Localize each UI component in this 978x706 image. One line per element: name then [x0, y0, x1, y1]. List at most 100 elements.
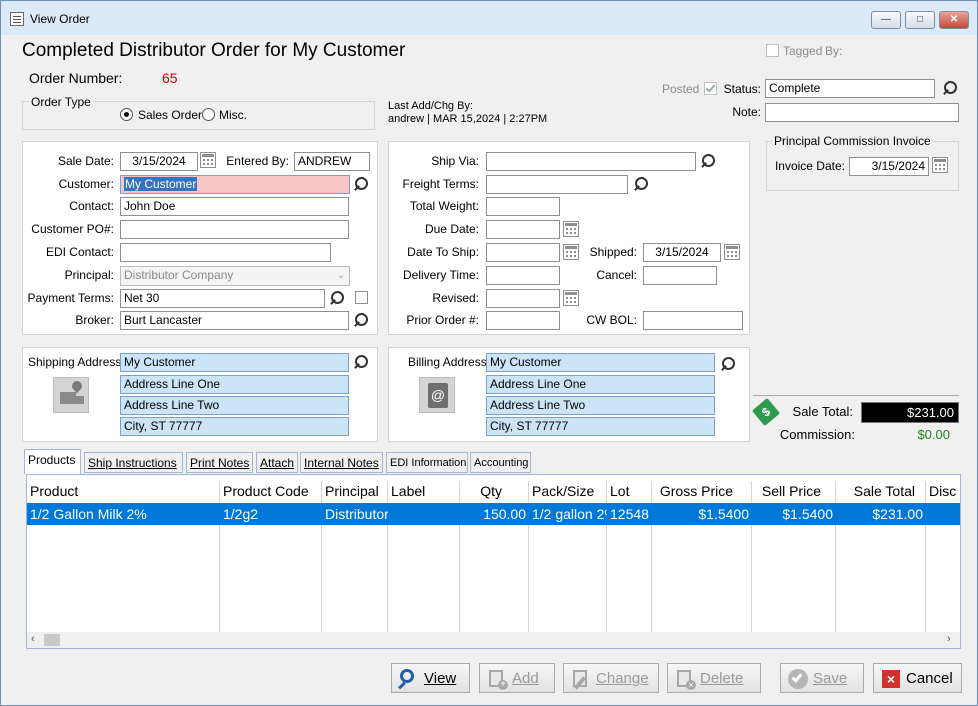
status-search-icon[interactable]: [941, 79, 959, 97]
shipping-name-field[interactable]: My Customer: [120, 353, 349, 372]
column-divider: [751, 525, 752, 635]
invoice-date-label: Invoice Date:: [774, 159, 845, 173]
billing-line2-field[interactable]: Address Line Two: [486, 396, 715, 415]
column-header-product-code[interactable]: Product Code: [220, 481, 322, 503]
shipped-calendar-icon[interactable]: [724, 244, 740, 260]
total-weight-field[interactable]: [486, 197, 560, 216]
sales-order-radio[interactable]: [120, 108, 133, 121]
save-button-label: Save: [813, 670, 848, 687]
delete-icon: ×: [674, 668, 696, 690]
date-to-ship-calendar-icon[interactable]: [563, 244, 579, 260]
customer-search-icon[interactable]: [352, 175, 370, 193]
column-header-sell-price[interactable]: Sell Price: [752, 481, 836, 503]
delivery-time-label: Delivery Time:: [402, 268, 479, 282]
cw-bol-field[interactable]: [643, 311, 743, 330]
billing-search-icon[interactable]: [719, 355, 737, 373]
close-button[interactable]: ✕: [939, 11, 969, 29]
misc-radio[interactable]: [202, 108, 215, 121]
freight-terms-search-icon[interactable]: [632, 175, 650, 193]
invoice-date-field[interactable]: 3/15/2024: [849, 157, 929, 176]
tab-edi-information[interactable]: EDI Information: [386, 452, 468, 473]
entered-by-field[interactable]: ANDREW: [294, 152, 370, 171]
cancel-date-field[interactable]: [643, 266, 717, 285]
ship-via-search-icon[interactable]: [699, 152, 717, 170]
cancel-button[interactable]: × Cancel: [873, 663, 962, 693]
column-divider: [459, 525, 460, 635]
truck-location-icon: [53, 377, 89, 413]
cell-sell-price: $1.5400: [782, 506, 833, 522]
minimize-button[interactable]: —: [871, 11, 901, 29]
column-header-pack-size[interactable]: Pack/Size: [529, 481, 607, 503]
due-date-field[interactable]: [486, 220, 560, 239]
column-header-gross-price[interactable]: Gross Price: [652, 481, 752, 503]
shipped-field[interactable]: 3/15/2024: [643, 243, 721, 262]
products-grid[interactable]: Product Product Code Principal Label Qty…: [26, 474, 961, 649]
save-button[interactable]: Save: [780, 663, 864, 693]
scrollbar-thumb[interactable]: [44, 634, 60, 646]
column-header-label[interactable]: Label: [388, 481, 460, 503]
column-header-product[interactable]: Product: [27, 481, 220, 503]
tab-ship-instructions[interactable]: Ship Instructions: [84, 452, 183, 473]
freight-terms-field[interactable]: [486, 175, 628, 194]
ship-via-field[interactable]: [486, 152, 696, 171]
tab-attach-label: Attach: [260, 456, 295, 470]
principal-select[interactable]: Distributor Company ⌄: [120, 266, 350, 286]
tab-print-notes[interactable]: Print Notes: [186, 452, 253, 473]
payment-terms-checkbox[interactable]: [355, 291, 368, 304]
revised-field[interactable]: [486, 289, 560, 308]
billing-address-label: Billing Address:: [408, 355, 491, 369]
commission-label: Commission:: [779, 427, 855, 442]
billing-line1-field[interactable]: Address Line One: [486, 375, 715, 394]
column-header-sale-total[interactable]: Sale Total: [836, 481, 926, 503]
payment-terms-field[interactable]: Net 30: [120, 289, 325, 308]
broker-label: Broker:: [75, 313, 114, 327]
posted-checkbox[interactable]: [704, 82, 717, 95]
billing-city-field[interactable]: City, ST 77777: [486, 417, 715, 436]
scroll-right-icon[interactable]: ›: [947, 633, 951, 645]
tab-internal-notes[interactable]: Internal Notes: [300, 452, 383, 473]
cell-qty: 150.00: [483, 506, 526, 522]
add-button[interactable]: + Add: [479, 663, 555, 693]
tab-attach[interactable]: Attach: [256, 452, 298, 473]
delete-button[interactable]: × Delete: [667, 663, 761, 693]
due-date-calendar-icon[interactable]: [563, 221, 579, 237]
scroll-left-icon[interactable]: ‹: [31, 633, 35, 645]
edi-contact-field[interactable]: [120, 243, 331, 262]
shipping-line1-field[interactable]: Address Line One: [120, 375, 349, 394]
add-icon: +: [486, 668, 508, 690]
change-button[interactable]: Change: [563, 663, 659, 693]
tab-products[interactable]: Products: [24, 449, 81, 474]
customer-po-field[interactable]: [120, 220, 349, 239]
revised-calendar-icon[interactable]: [563, 290, 579, 306]
customer-label: Customer:: [58, 177, 114, 191]
shipping-line2-field[interactable]: Address Line Two: [120, 396, 349, 415]
horizontal-scrollbar[interactable]: ‹ ›: [27, 632, 960, 648]
sale-date-field[interactable]: 3/15/2024: [120, 152, 198, 171]
column-header-lot[interactable]: Lot: [607, 481, 652, 503]
cancel-button-label: Cancel: [906, 670, 953, 687]
column-header-disc[interactable]: Disc: [926, 481, 960, 503]
shipping-city-field[interactable]: City, ST 77777: [120, 417, 349, 436]
sale-total-value: $231.00: [861, 402, 959, 423]
status-field[interactable]: Complete: [765, 79, 935, 98]
tab-accounting[interactable]: Accounting: [470, 452, 531, 473]
customer-field[interactable]: My Customer: [120, 175, 350, 194]
view-button[interactable]: View: [391, 663, 470, 693]
billing-name-field[interactable]: My Customer: [486, 353, 715, 372]
tagged-checkbox[interactable]: [766, 44, 779, 57]
cw-bol-label: CW BOL:: [586, 313, 637, 327]
broker-field[interactable]: Burt Lancaster: [120, 311, 349, 330]
maximize-button[interactable]: □: [905, 11, 935, 29]
broker-search-icon[interactable]: [352, 311, 370, 329]
column-header-principal[interactable]: Principal: [322, 481, 388, 503]
sale-date-calendar-icon[interactable]: [200, 152, 216, 168]
shipping-search-icon[interactable]: [352, 353, 370, 371]
column-header-qty[interactable]: Qty: [460, 481, 529, 503]
note-field[interactable]: [765, 103, 959, 122]
delivery-time-field[interactable]: [486, 266, 560, 285]
payment-terms-search-icon[interactable]: [328, 289, 346, 307]
prior-order-field[interactable]: [486, 311, 560, 330]
invoice-date-calendar-icon[interactable]: [932, 157, 948, 173]
date-to-ship-field[interactable]: [486, 243, 560, 262]
contact-field[interactable]: John Doe: [120, 197, 349, 216]
